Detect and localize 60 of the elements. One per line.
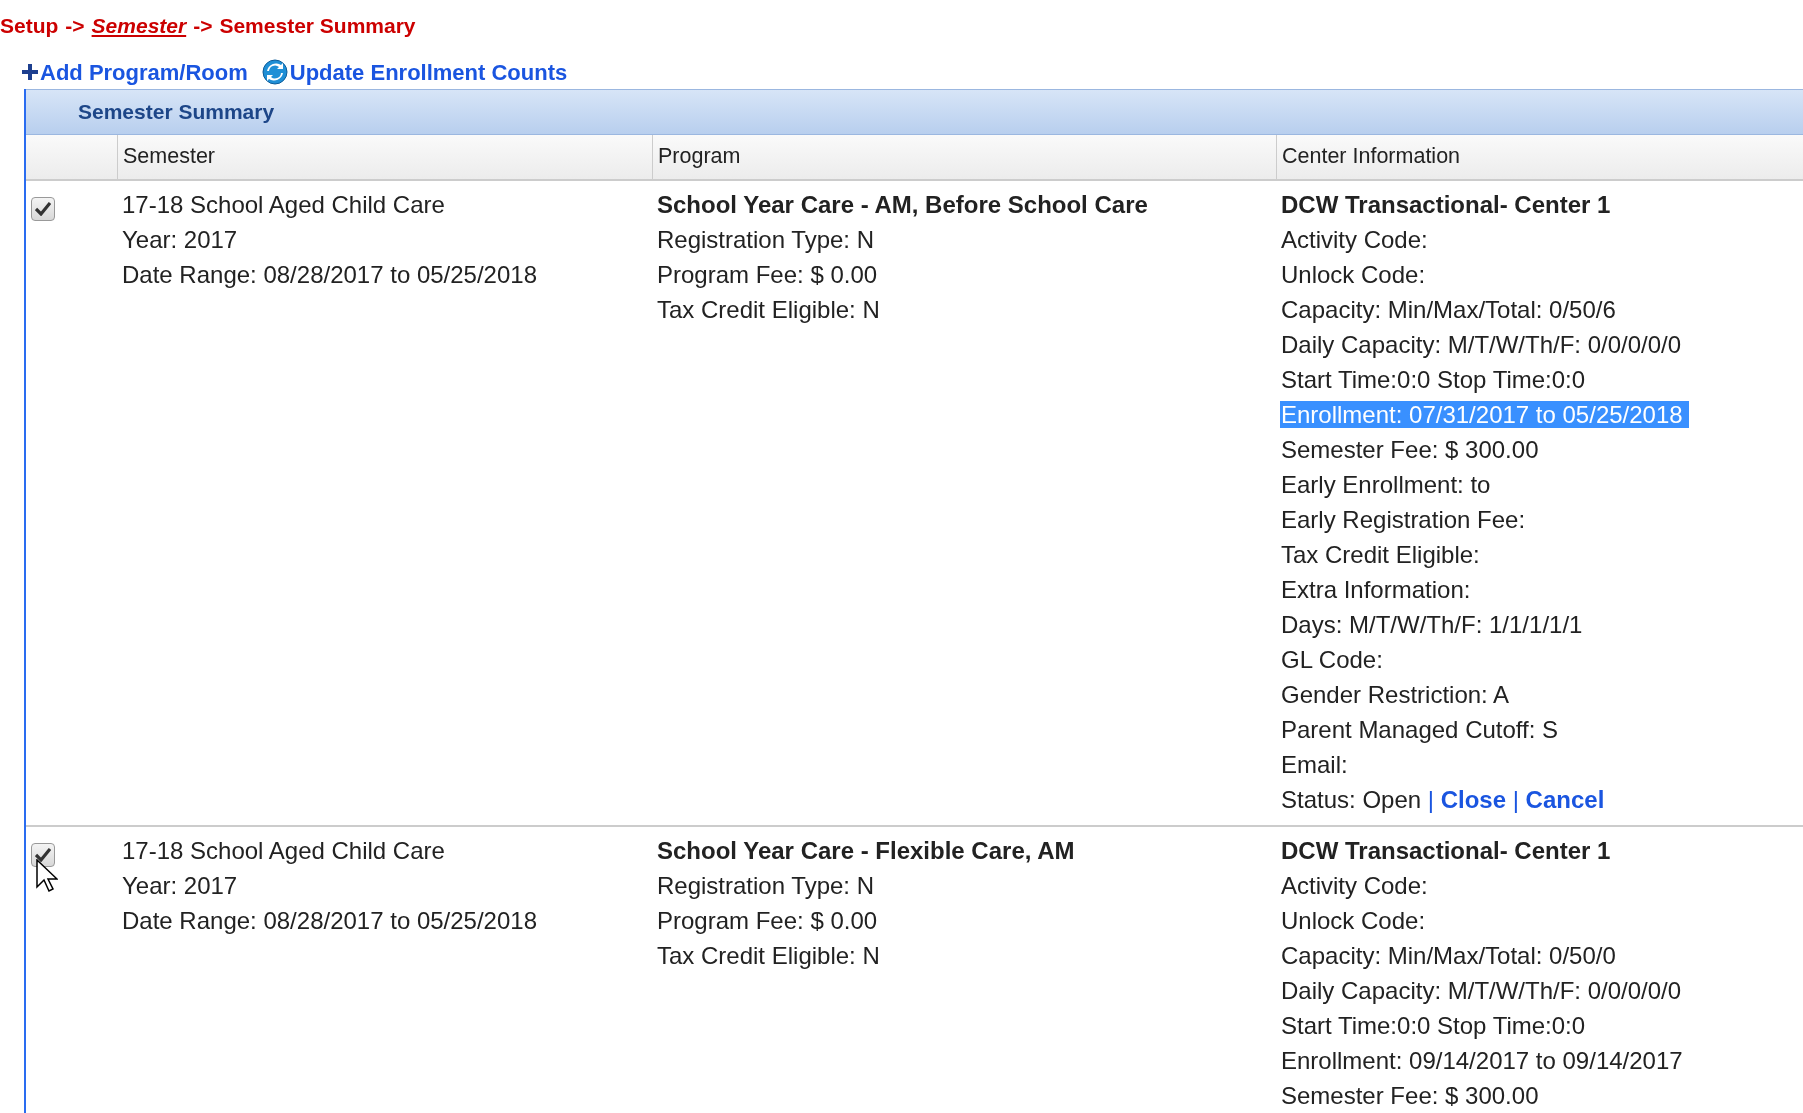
center-detail: Capacity: Min/Max/Total: 0/50/0: [1281, 941, 1616, 969]
center-detail: Capacity: Min/Max/Total: 0/50/6: [1281, 295, 1616, 323]
center-detail: Tax Credit Eligible:: [1281, 540, 1480, 568]
semester-text: Year: 2017: [122, 224, 239, 255]
semester-text: Date Range: 08/28/2017 to 05/25/2018: [122, 259, 538, 290]
center-title: DCW Transactional- Center 1: [1281, 189, 1612, 220]
center-detail: Activity Code:: [1281, 871, 1428, 899]
program-detail: Program Fee: $ 0.00: [657, 259, 879, 290]
center-detail: Extra Information:: [1281, 575, 1471, 603]
status-link[interactable]: Close: [1440, 785, 1507, 813]
column-header: Semester: [117, 134, 652, 181]
center-detail: Early Enrollment: to: [1281, 470, 1491, 498]
program-detail: Registration Type: N: [657, 224, 875, 255]
separator: |: [1512, 785, 1519, 813]
program-title: School Year Care - AM, Before School Care: [657, 189, 1149, 220]
column-header: Center Information: [1276, 134, 1803, 181]
status-text: Status: Open: [1281, 785, 1422, 813]
breadcrumb-text: Semester Summary: [219, 13, 416, 39]
center-detail: Semester Fee: $ 300.00: [1281, 435, 1539, 463]
center-detail: Start Time:0:0 Stop Time:0:0: [1281, 365, 1586, 393]
center-detail: Unlock Code:: [1281, 906, 1426, 934]
center-detail: Activity Code:: [1281, 225, 1428, 253]
breadcrumb-link[interactable]: Semester: [91, 10, 187, 42]
center-detail: Start Time:0:0 Stop Time:0:0: [1281, 1011, 1586, 1039]
breadcrumb-text: ->: [193, 13, 213, 39]
center-detail: Unlock Code:: [1281, 260, 1426, 288]
center-detail: Daily Capacity: M/T/W/Th/F: 0/0/0/0/0: [1281, 976, 1682, 1004]
breadcrumb-text: Setup: [0, 13, 59, 39]
center-detail: Enrollment: 09/14/2017 to 09/14/2017: [1281, 1046, 1683, 1074]
refresh-icon: [261, 59, 288, 85]
status-link[interactable]: Cancel: [1525, 785, 1605, 813]
breadcrumb-text: ->: [65, 13, 85, 39]
center-detail: GL Code:: [1281, 645, 1383, 673]
semester-text: Date Range: 08/28/2017 to 05/25/2018: [122, 905, 538, 936]
checkbox[interactable]: [31, 842, 55, 867]
panel-header: Semester Summary: [26, 88, 1803, 135]
action-link[interactable]: Update Enrollment Counts: [261, 55, 568, 89]
column-header: Program: [652, 134, 1276, 181]
center-title: DCW Transactional- Center 1: [1281, 835, 1612, 866]
program-detail: Registration Type: N: [657, 870, 875, 901]
program-detail: Tax Credit Eligible: N: [657, 294, 881, 325]
center-detail: Email:: [1281, 750, 1348, 778]
semester-text: 17-18 School Aged Child Care: [122, 835, 446, 866]
action-link[interactable]: Add Program/Room: [22, 55, 248, 89]
checkbox[interactable]: [31, 196, 55, 221]
plus-icon: [22, 64, 38, 80]
semester-text: Year: 2017: [122, 870, 239, 901]
program-title: School Year Care - Flexible Care, AM: [657, 835, 1076, 866]
center-detail: Enrollment: 07/31/2017 to 05/25/2018: [1280, 400, 1689, 428]
center-detail: Parent Managed Cutoff: S: [1281, 715, 1559, 743]
separator: |: [1427, 785, 1434, 813]
center-detail: Semester Fee: $ 300.00: [1281, 1081, 1539, 1109]
center-detail: Days: M/T/W/Th/F: 1/1/1/1/1: [1281, 610, 1583, 638]
program-detail: Program Fee: $ 0.00: [657, 905, 879, 936]
center-detail: Early Registration Fee:: [1281, 505, 1526, 533]
mouse-cursor-icon: [36, 858, 58, 893]
semester-text: 17-18 School Aged Child Care: [122, 189, 446, 220]
center-detail: Gender Restriction: A: [1281, 680, 1510, 708]
program-detail: Tax Credit Eligible: N: [657, 940, 881, 971]
center-detail: Daily Capacity: M/T/W/Th/F: 0/0/0/0/0: [1281, 330, 1682, 358]
